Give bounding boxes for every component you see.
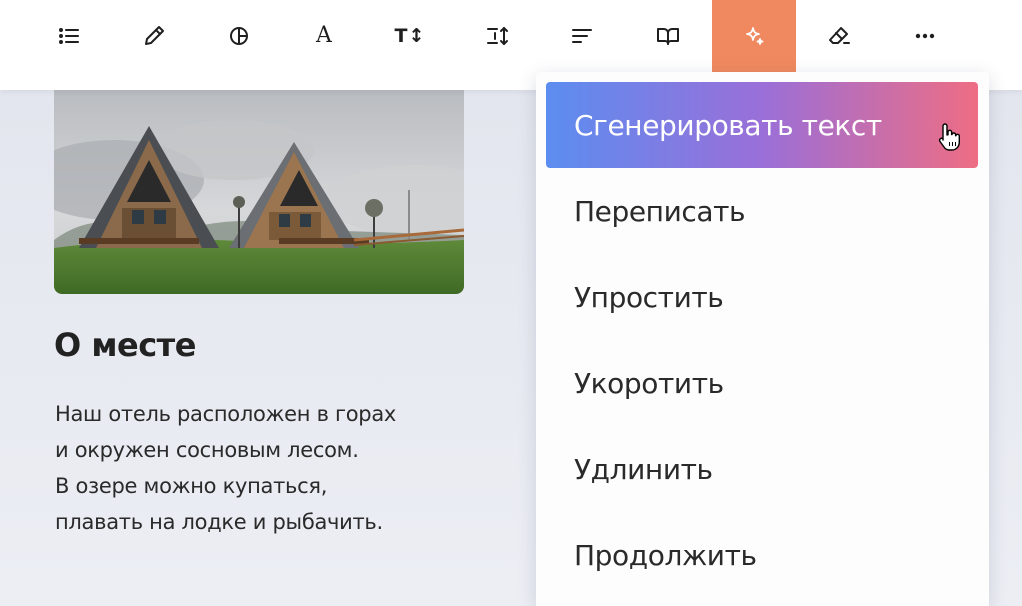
font-icon: A	[316, 23, 332, 48]
line-spacing-icon	[487, 26, 508, 46]
align-button[interactable]	[540, 0, 624, 72]
contrast-button[interactable]	[197, 0, 281, 72]
half-circle-icon	[230, 27, 248, 45]
paragraph-line: Наш отель расположен в горах	[55, 402, 397, 426]
text-size-icon: T↕	[394, 24, 426, 47]
paragraph-line: и окружен сосновым лесом.	[55, 438, 359, 462]
cabins-photo[interactable]	[54, 90, 464, 294]
menu-item-simplify[interactable]: Упростить	[546, 254, 978, 340]
menu-item-generate-text[interactable]: Сгенерировать текст	[546, 82, 978, 168]
hand-cursor-icon	[938, 123, 960, 151]
menu-item-lengthen[interactable]: Удлинить	[546, 426, 978, 512]
color-picker-button[interactable]	[112, 0, 196, 72]
text-size-button[interactable]: T↕	[368, 0, 452, 72]
line-spacing-button[interactable]	[456, 0, 540, 72]
menu-item-continue[interactable]: Продолжить	[546, 512, 978, 598]
ai-text-menu: Сгенерировать текст Переписать Упростить…	[536, 72, 989, 606]
sparkle-ai-icon	[746, 27, 764, 45]
reader-button[interactable]	[626, 0, 710, 72]
list-icon	[59, 28, 79, 44]
more-icon	[915, 33, 935, 39]
book-icon	[657, 28, 679, 45]
list-button[interactable]	[27, 0, 111, 72]
menu-item-shorten[interactable]: Укоротить	[546, 340, 978, 426]
eyedropper-icon	[145, 26, 164, 45]
cabins-image	[54, 90, 464, 294]
ai-assistant-button[interactable]	[712, 0, 796, 72]
section-heading[interactable]: О месте	[54, 326, 196, 364]
font-button[interactable]: A	[282, 0, 366, 72]
eraser-icon	[829, 27, 850, 44]
eraser-button[interactable]	[797, 0, 881, 72]
align-left-icon	[572, 29, 592, 43]
paragraph-line: плавать на лодке и рыбачить.	[55, 510, 383, 534]
menu-item-rewrite[interactable]: Переписать	[546, 168, 978, 254]
section-paragraph[interactable]: Наш отель расположен в горах и окружен с…	[55, 396, 475, 540]
paragraph-line: В озере можно купаться,	[55, 474, 328, 498]
more-button[interactable]	[883, 0, 967, 72]
